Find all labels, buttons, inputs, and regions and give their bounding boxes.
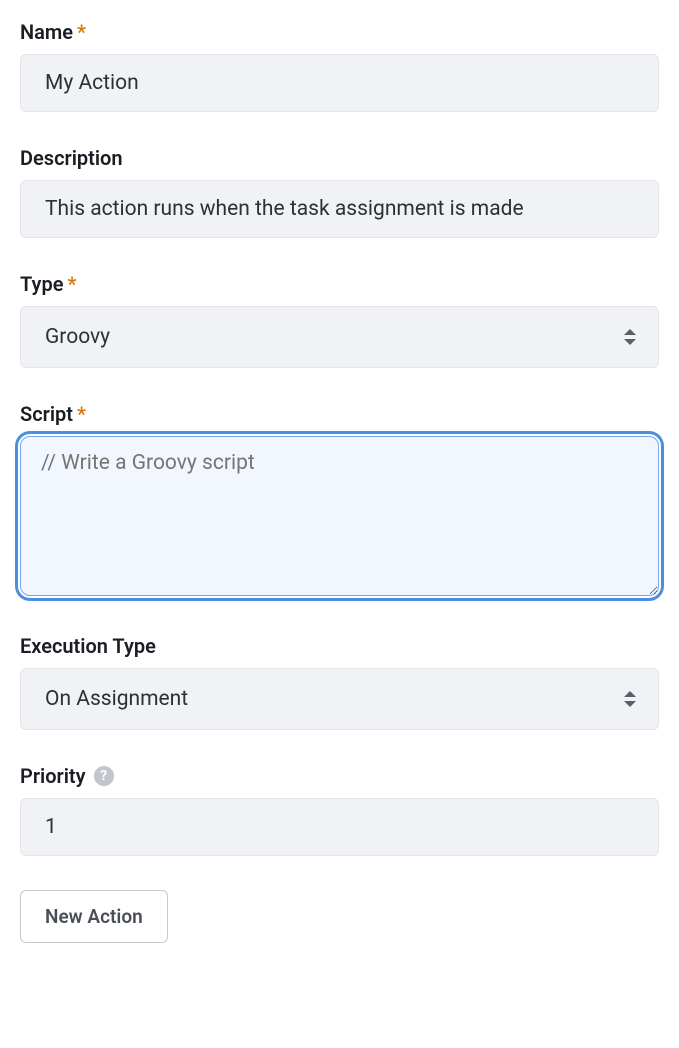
form-group-execution-type: Execution Type [20, 634, 659, 730]
label-row-priority: Priority ? [20, 764, 659, 788]
script-label: Script [20, 402, 73, 426]
type-select-wrap [20, 306, 659, 368]
label-row-type: Type * [20, 272, 659, 296]
label-row-name: Name * [20, 20, 659, 44]
form-group-script: Script * [20, 402, 659, 600]
form-group-name: Name * [20, 20, 659, 112]
priority-label: Priority [20, 764, 86, 788]
required-star: * [77, 402, 86, 426]
label-row-description: Description [20, 146, 659, 170]
form-group-type: Type * [20, 272, 659, 368]
execution-type-select[interactable] [20, 668, 659, 730]
script-textarea[interactable] [20, 436, 659, 596]
description-input[interactable] [20, 180, 659, 238]
required-star: * [77, 20, 86, 44]
description-label: Description [20, 146, 123, 170]
form-group-priority: Priority ? [20, 764, 659, 856]
label-row-execution-type: Execution Type [20, 634, 659, 658]
form-group-description: Description [20, 146, 659, 238]
required-star: * [67, 272, 76, 296]
type-select[interactable] [20, 306, 659, 368]
name-label: Name [20, 20, 73, 44]
name-input[interactable] [20, 54, 659, 112]
execution-type-select-wrap [20, 668, 659, 730]
execution-type-label: Execution Type [20, 634, 156, 658]
label-row-script: Script * [20, 402, 659, 426]
help-icon[interactable]: ? [94, 766, 114, 786]
priority-input[interactable] [20, 798, 659, 856]
new-action-button[interactable]: New Action [20, 890, 168, 943]
type-label: Type [20, 272, 63, 296]
